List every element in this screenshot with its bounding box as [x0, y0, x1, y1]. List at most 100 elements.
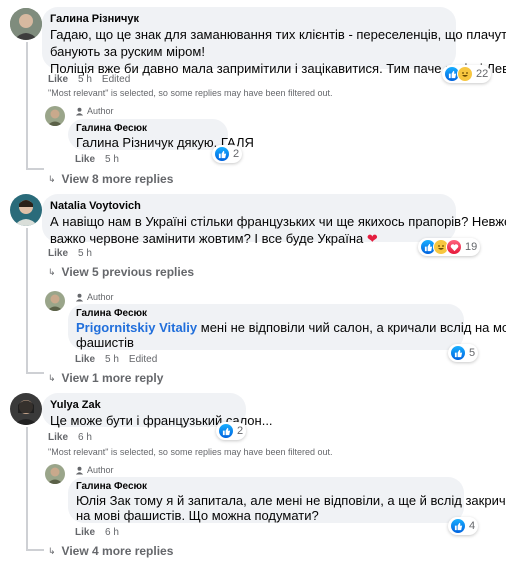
view-more-replies-button[interactable]: ↳ View 1 more reply [48, 370, 163, 386]
reply-author[interactable]: Галина Фесюк [76, 308, 456, 320]
thread-line [26, 228, 28, 374]
like-reaction-icon [450, 345, 466, 361]
comment-meta: Like 5 h Edited [48, 74, 140, 86]
filter-notice: "Most relevant" is selected, so some rep… [48, 88, 333, 98]
thread-line [26, 42, 28, 170]
reply-arrow-icon: ↳ [48, 373, 56, 383]
reaction-summary[interactable]: 22 [442, 65, 492, 83]
like-button[interactable]: Like [48, 432, 68, 443]
reply-arrow-icon: ↳ [48, 174, 56, 184]
mention-link[interactable]: Галина Різничук [76, 135, 173, 150]
reaction-summary[interactable]: 2 [216, 422, 247, 440]
reaction-count: 5 [469, 347, 476, 359]
avatar[interactable] [45, 464, 65, 484]
reply-meta: Like 6 h [75, 527, 129, 539]
like-button[interactable]: Like [75, 154, 95, 165]
timestamp[interactable]: 6 h [105, 527, 119, 538]
like-reaction-icon [450, 518, 466, 534]
comment-text-line: А навіщо нам в Україні стільки французьк… [50, 214, 506, 229]
reply-meta: Like 5 h [75, 154, 129, 166]
reaction-count: 2 [237, 425, 244, 437]
haha-reaction-icon [457, 66, 473, 82]
like-button[interactable]: Like [48, 248, 68, 259]
like-button[interactable]: Like [75, 527, 95, 538]
thread-line [26, 549, 44, 551]
author-icon [75, 293, 84, 302]
author-badge: Author [75, 106, 114, 117]
avatar-photo-icon [45, 291, 65, 311]
view-previous-replies-button[interactable]: ↳ View 5 previous replies [48, 264, 194, 280]
author-label: Author [87, 106, 114, 116]
reply-text: Галина Різничук дякую. ГАЛЯ [76, 135, 254, 150]
comment-bubble: Галина Різничук Гадаю, що це знак для за… [42, 7, 506, 76]
like-reaction-icon [214, 146, 230, 162]
timestamp[interactable]: 6 h [78, 432, 92, 443]
reaction-summary[interactable]: 5 [448, 344, 479, 362]
comment-text-body: важко червоне замінити жовтим? І все буд… [50, 231, 364, 246]
author-label: Author [87, 465, 114, 475]
avatar[interactable] [45, 106, 65, 126]
comment-text-line: Гадаю, що це знак для заманювання тих кл… [50, 27, 506, 42]
avatar[interactable] [10, 194, 42, 226]
reply-bubble: Галина Фесюк Галина Різничук дякую. ГАЛЯ [68, 119, 254, 150]
avatar-photo-icon [10, 194, 42, 226]
reaction-count: 4 [469, 520, 476, 532]
reaction-summary[interactable]: 19 [418, 238, 481, 256]
like-reaction-icon [218, 423, 234, 439]
timestamp[interactable]: 5 h [78, 248, 92, 259]
reply-text-line: Юлія Зак тому я й запитала, але мені не … [76, 493, 506, 508]
reply-text-line: на мові фашистів. Що можна подумати? [76, 508, 319, 523]
author-icon [75, 107, 84, 116]
filter-notice: "Most relevant" is selected, so some rep… [48, 447, 333, 457]
heart-emoji-icon: ❤ [366, 231, 378, 246]
timestamp[interactable]: 5 h [78, 74, 92, 85]
view-more-label: View 8 more replies [61, 172, 174, 186]
mention-link[interactable]: Prigornitskiy Vitaliy [76, 320, 197, 335]
comment-author[interactable]: Natalia Voytovich [50, 199, 448, 213]
reaction-summary[interactable]: 2 [212, 145, 243, 163]
edited-label[interactable]: Edited [129, 354, 157, 365]
comment-text-line: Це може бути і французький салон... [50, 413, 273, 428]
comment-text-line: важко червоне замінити жовтим? І все буд… [50, 230, 448, 247]
author-icon [75, 466, 84, 475]
reply-author[interactable]: Галина Фесюк [76, 123, 220, 135]
thread-line [26, 427, 28, 551]
avatar-photo-icon [10, 393, 42, 425]
thread-line [26, 372, 44, 374]
avatar[interactable] [45, 291, 65, 311]
reply-author[interactable]: Галина Фесюк [76, 481, 456, 493]
comment-meta: Like 6 h [48, 432, 102, 444]
reply-bubble: Галина Фесюк Prigornitskiy Vitaliy мені … [68, 304, 506, 350]
timestamp[interactable]: 5 h [105, 154, 119, 165]
avatar[interactable] [10, 393, 42, 425]
reply-arrow-icon: ↳ [48, 267, 56, 277]
avatar-photo-icon [10, 8, 42, 40]
comment-author[interactable]: Галина Різничук [50, 12, 448, 26]
author-badge: Author [75, 292, 114, 303]
edited-label[interactable]: Edited [102, 74, 130, 85]
view-more-replies-button[interactable]: ↳ View 8 more replies [48, 171, 173, 187]
avatar-photo-icon [45, 106, 65, 126]
reaction-count: 22 [476, 68, 489, 80]
reply-text-body: мені не відповіли чий салон, а кричали в… [197, 320, 506, 335]
comment-meta: Like 5 h [48, 248, 102, 260]
reaction-count: 19 [465, 241, 478, 253]
avatar[interactable] [10, 8, 42, 40]
reaction-summary[interactable]: 4 [448, 517, 479, 535]
reply-bubble: Галина Фесюк Юлія Зак тому я й запитала,… [68, 477, 506, 523]
love-reaction-icon [446, 239, 462, 255]
reaction-count: 2 [233, 148, 240, 160]
timestamp[interactable]: 5 h [105, 354, 119, 365]
like-button[interactable]: Like [48, 74, 68, 85]
view-more-label: View 5 previous replies [61, 265, 195, 279]
author-label: Author [87, 292, 114, 302]
comment-bubble: Yulya Zak Це може бути і французький сал… [42, 393, 273, 428]
reply-text: Prigornitskiy Vitaliy мені не відповіли … [76, 320, 506, 335]
like-button[interactable]: Like [75, 354, 95, 365]
view-more-replies-button[interactable]: ↳ View 4 more replies [48, 543, 173, 559]
author-badge: Author [75, 465, 114, 476]
reply-text-line: фашистів [76, 335, 134, 350]
reply-arrow-icon: ↳ [48, 546, 56, 556]
comment-text-line: банують за руским міром! [50, 44, 205, 59]
comment-author[interactable]: Yulya Zak [50, 398, 238, 412]
